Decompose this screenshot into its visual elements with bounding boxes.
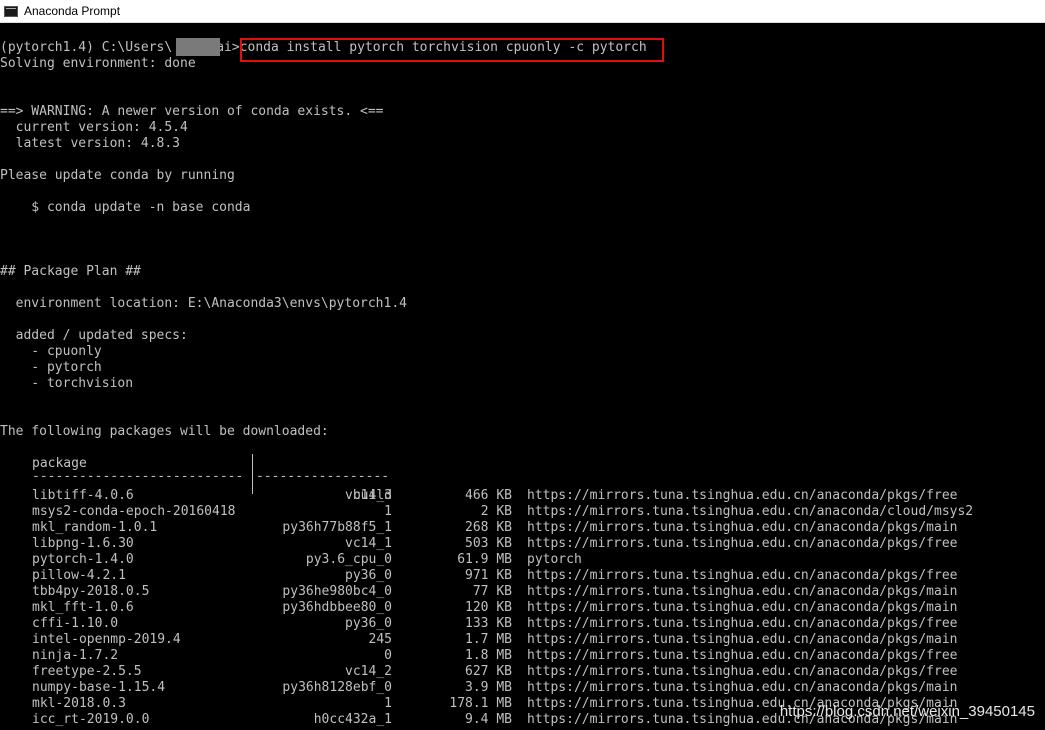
package-size: 133 KB (465, 616, 512, 631)
table-row: libpng-1.6.30 vc14_1 503 KB https://mirrors… (0, 536, 1045, 552)
package-build: py3.6_cpu_0 (305, 552, 392, 567)
package-size: 120 KB (465, 600, 512, 615)
update-hint-line: Please update conda by running (0, 168, 235, 183)
package-name: intel-openmp-2019.4 (32, 632, 181, 647)
package-size: 971 KB (465, 568, 512, 583)
rule-build: ----------------- (256, 469, 390, 484)
package-build: 245 (368, 632, 392, 647)
package-name: numpy-base-1.15.4 (32, 680, 166, 695)
rule-package: --------------------------- (32, 469, 244, 484)
package-channel: https://mirrors.tuna.tsinghua.edu.cn/ana… (527, 584, 958, 599)
terminal-icon (4, 5, 18, 17)
table-row: numpy-base-1.15.4 py36h8128ebf_0 3.9 MB htt… (0, 680, 1045, 696)
table-row: pytorch-1.4.0 py3.6_cpu_0 61.9 MB pytorch (0, 552, 1045, 568)
table-row: ninja-1.7.2 0 1.8 MB https://mirrors.tuna.t… (0, 648, 1045, 664)
package-channel: https://mirrors.tuna.tsinghua.edu.cn/ana… (527, 664, 958, 679)
package-size: 9.4 MB (465, 712, 512, 727)
package-channel: https://mirrors.tuna.tsinghua.edu.cn/ana… (527, 632, 958, 647)
package-name: freetype-2.5.5 (32, 664, 142, 679)
update-command-line: $ conda update -n base conda (0, 200, 251, 215)
package-size: 77 KB (472, 584, 512, 599)
package-channel: https://mirrors.tuna.tsinghua.edu.cn/ana… (527, 648, 958, 663)
table-row: libtiff-4.0.6 vc14_3 466 KB https://mirrors… (0, 488, 1045, 504)
package-build: h0cc432a_1 (313, 712, 392, 727)
package-channel: https://mirrors.tuna.tsinghua.edu.cn/ana… (527, 600, 958, 615)
table-row: freetype-2.5.5 vc14_2 627 KB https://mirror… (0, 664, 1045, 680)
package-build: py36h77b88f5_1 (282, 520, 392, 535)
package-channel: https://mirrors.tuna.tsinghua.edu.cn/ana… (527, 568, 958, 583)
environment-location-line: environment location: E:\Anaconda3\envs\… (0, 296, 407, 311)
package-name: tbb4py-2018.0.5 (32, 584, 150, 599)
package-size: 178.1 MB (449, 696, 512, 711)
window-titlebar[interactable]: Anaconda Prompt (0, 0, 1045, 23)
package-size: 466 KB (465, 488, 512, 503)
warning-line: ==> WARNING: A newer version of conda ex… (0, 104, 384, 119)
spec-item: - cpuonly (0, 344, 102, 359)
package-name: cffi-1.10.0 (32, 616, 119, 631)
package-size: 3.9 MB (465, 680, 512, 695)
table-row: mkl_fft-1.0.6 py36hdbbee80_0 120 KB https:/… (0, 600, 1045, 616)
spec-item: - torchvision (0, 376, 134, 391)
package-channel: https://mirrors.tuna.tsinghua.edu.cn/ana… (527, 504, 974, 519)
window-title: Anaconda Prompt (24, 4, 121, 18)
package-name: icc_rt-2019.0.0 (32, 712, 150, 727)
prompt-line: (pytorch1.4) C:\Users\ ai>conda install p… (0, 40, 647, 56)
table-row: intel-openmp-2019.4 245 1.7 MB https://mirr… (0, 632, 1045, 648)
package-channel: pytorch (527, 552, 582, 567)
package-channel: https://mirrors.tuna.tsinghua.edu.cn/ana… (527, 680, 958, 695)
table-rule: --------------------------- ------------… (0, 469, 1045, 485)
package-build: 1 (384, 696, 392, 711)
command-text: conda install pytorch torchvision cpuonl… (239, 40, 647, 55)
package-name: mkl_random-1.0.1 (32, 520, 158, 535)
redacted-username (176, 38, 220, 56)
current-version-line: current version: 4.5.4 (0, 120, 188, 135)
package-name: ninja-1.7.2 (32, 648, 119, 663)
package-size: 61.9 MB (457, 552, 512, 567)
package-channel: https://mirrors.tuna.tsinghua.edu.cn/ana… (527, 616, 958, 631)
package-size: 1.8 MB (465, 648, 512, 663)
package-name: pytorch-1.4.0 (32, 552, 134, 567)
table-row: cffi-1.10.0 py36_0 133 KB https://mirrors.t… (0, 616, 1045, 632)
package-build: 0 (384, 648, 392, 663)
package-name: msys2-conda-epoch-20160418 (32, 504, 236, 519)
package-name: mkl_fft-1.0.6 (32, 600, 134, 615)
package-plan-heading: ## Package Plan ## (0, 264, 141, 279)
package-build: py36hdbbee80_0 (282, 600, 392, 615)
package-build: vc14_3 (345, 488, 392, 503)
package-name: libpng-1.6.30 (32, 536, 134, 551)
specs-heading: added / updated specs: (0, 328, 188, 343)
downloads-heading: The following packages will be downloade… (0, 424, 329, 439)
watermark: https://blog.csdn.net/weixin_39450145 (779, 703, 1035, 720)
spec-item: - pytorch (0, 360, 102, 375)
package-channel: https://mirrors.tuna.tsinghua.edu.cn/ana… (527, 520, 958, 535)
package-name: libtiff-4.0.6 (32, 488, 134, 503)
package-size: 2 KB (480, 504, 512, 519)
latest-version-line: latest version: 4.8.3 (0, 136, 181, 151)
table-row: tbb4py-2018.0.5 py36he980bc4_0 77 KB https:… (0, 584, 1045, 600)
package-name: pillow-4.2.1 (32, 568, 126, 583)
package-size: 1.7 MB (465, 632, 512, 647)
package-build: py36he980bc4_0 (282, 584, 392, 599)
package-build: 1 (384, 504, 392, 519)
console-output[interactable]: (pytorch1.4) C:\Users\ ai>conda install p… (0, 23, 1045, 730)
table-row: msys2-conda-epoch-20160418 1 2 KB https://m… (0, 504, 1045, 520)
prompt-path: (pytorch1.4) C:\Users\ (0, 40, 173, 55)
package-size: 503 KB (465, 536, 512, 551)
table-row: mkl_random-1.0.1 py36h77b88f5_1 268 KB http… (0, 520, 1045, 536)
package-build: vc14_1 (345, 536, 392, 551)
package-build: vc14_2 (345, 664, 392, 679)
package-channel: https://mirrors.tuna.tsinghua.edu.cn/ana… (527, 536, 958, 551)
package-build: py36h8128ebf_0 (282, 680, 392, 695)
table-row: pillow-4.2.1 py36_0 971 KB https://mirrors.… (0, 568, 1045, 584)
package-channel: https://mirrors.tuna.tsinghua.edu.cn/ana… (527, 488, 958, 503)
status-line: Solving environment: done (0, 56, 196, 71)
package-build: py36_0 (345, 616, 392, 631)
package-size: 627 KB (465, 664, 512, 679)
package-name: mkl-2018.0.3 (32, 696, 126, 711)
package-build: py36_0 (345, 568, 392, 583)
package-size: 268 KB (465, 520, 512, 535)
